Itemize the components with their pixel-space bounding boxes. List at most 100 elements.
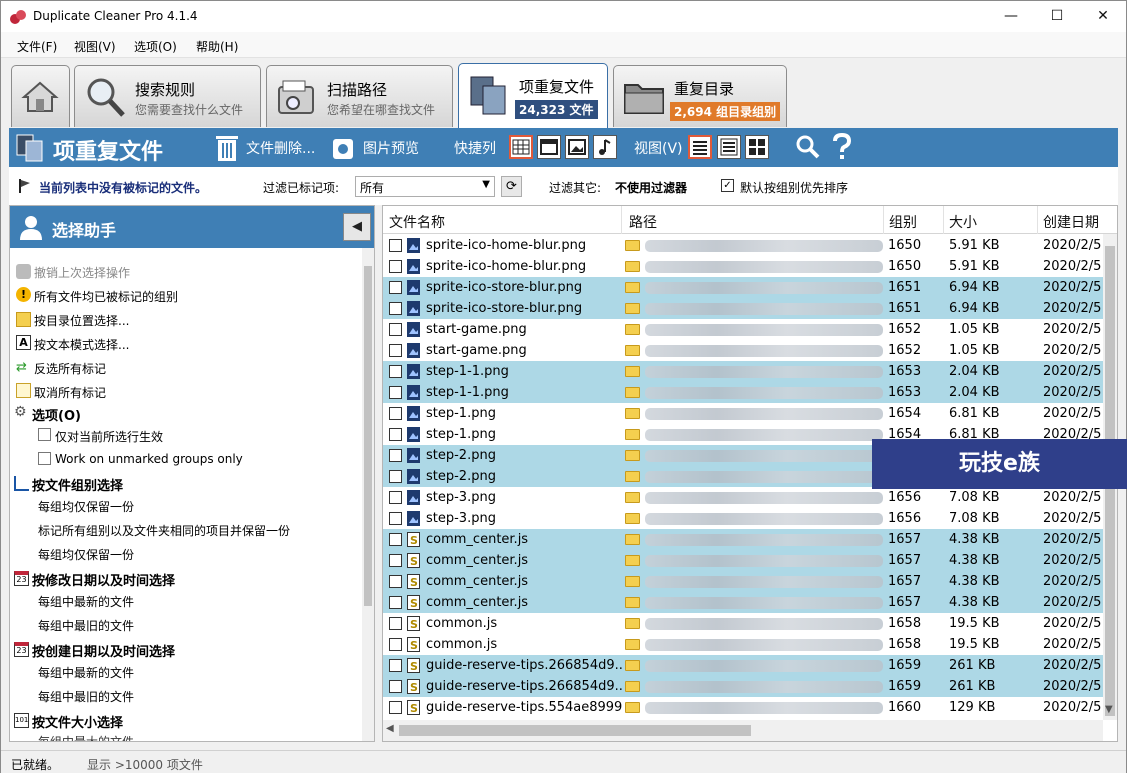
table-row[interactable]: Scommon.js 1658 19.5 KB 2020/2/5 [383, 613, 1103, 634]
column-separator[interactable] [883, 206, 884, 234]
table-row[interactable]: step-3.png 1656 7.08 KB 2020/2/5 [383, 508, 1103, 529]
unmarked-groups-only-checkbox[interactable] [38, 452, 51, 465]
row-checkbox[interactable] [389, 533, 402, 546]
row-checkbox[interactable] [389, 470, 402, 483]
image-preview-button[interactable]: 图片预览 [331, 133, 441, 163]
row-checkbox[interactable] [389, 239, 402, 252]
column-separator[interactable] [1037, 206, 1038, 234]
row-checkbox[interactable] [389, 680, 402, 693]
menu-file[interactable]: 文件(F) [17, 38, 57, 55]
select-by-text-link[interactable]: 按文本模式选择... [34, 336, 129, 353]
keep-one-per-group-link[interactable]: 每组均仅保留一份 [38, 498, 134, 515]
columns-image-button[interactable] [565, 135, 589, 159]
columns-music-button[interactable] [593, 135, 617, 159]
column-separator[interactable] [943, 206, 944, 234]
search-icon[interactable] [795, 134, 821, 160]
help-icon[interactable] [831, 133, 853, 161]
scroll-down-icon[interactable]: ▼ [1105, 704, 1113, 715]
minimize-button[interactable]: — [988, 1, 1034, 32]
row-checkbox[interactable] [389, 407, 402, 420]
view-list-button[interactable] [717, 135, 741, 159]
column-header-filename[interactable]: 文件名称 [389, 212, 445, 232]
table-row[interactable]: Scommon.js 1658 19.5 KB 2020/2/5 [383, 634, 1103, 655]
row-checkbox[interactable] [389, 575, 402, 588]
table-row[interactable]: Scomm_center.js 1657 4.38 KB 2020/2/5 [383, 592, 1103, 613]
close-button[interactable]: ✕ [1080, 1, 1126, 32]
tab-search-rules[interactable]: 搜索规则 您需要查找什么文件 [74, 65, 261, 127]
table-row[interactable]: start-game.png 1652 1.05 KB 2020/2/5 [383, 340, 1103, 361]
tab-duplicate-files[interactable]: 项重复文件 24,323 文件 [458, 63, 608, 129]
collapse-panel-button[interactable]: ◀ [343, 213, 371, 241]
only-current-row-checkbox[interactable] [38, 428, 51, 441]
table-row[interactable]: sprite-ico-store-blur.png 1651 6.94 KB 2020… [383, 298, 1103, 319]
table-row[interactable]: Scomm_center.js 1657 4.38 KB 2020/2/5 [383, 571, 1103, 592]
row-checkbox[interactable] [389, 617, 402, 630]
table-row[interactable]: sprite-ico-home-blur.png 1650 5.91 KB 2020/… [383, 235, 1103, 256]
sort-by-group-checkbox[interactable]: ✓ [721, 179, 734, 192]
row-checkbox[interactable] [389, 344, 402, 357]
table-row[interactable]: Sguide-reserve-tips.554ae8999... 1660 129 … [383, 697, 1103, 718]
tab-home[interactable] [11, 65, 70, 127]
size-largest-link[interactable]: 每组中最大的文件 [38, 733, 134, 741]
row-checkbox[interactable] [389, 260, 402, 273]
column-header-group[interactable]: 组别 [889, 212, 917, 232]
column-header-path[interactable]: 路径 [629, 212, 657, 232]
assistant-scroll-thumb[interactable] [364, 266, 372, 606]
undo-selection-link[interactable]: 撤销上次选择操作 [34, 264, 130, 281]
column-separator[interactable] [621, 206, 622, 234]
row-checkbox[interactable] [389, 512, 402, 525]
row-checkbox[interactable] [389, 491, 402, 504]
view-thumbnails-button[interactable] [745, 135, 769, 159]
column-header-size[interactable]: 大小 [949, 212, 977, 232]
table-row[interactable]: Sguide-reserve-tips.266854d9... 1659 261 K… [383, 676, 1103, 697]
menu-view[interactable]: 视图(V) [74, 38, 116, 55]
row-checkbox[interactable] [389, 638, 402, 651]
row-checkbox[interactable] [389, 428, 402, 441]
row-checkbox[interactable] [389, 659, 402, 672]
row-checkbox[interactable] [389, 365, 402, 378]
table-row[interactable]: sprite-ico-home-blur.png 1650 5.91 KB 2020/… [383, 256, 1103, 277]
mark-same-folder-link[interactable]: 标记所有组别以及文件夹相同的项目并保留一份 [38, 522, 290, 539]
view-menu-label[interactable]: 视图(V) [634, 138, 683, 158]
refresh-button[interactable]: ⟳ [501, 176, 522, 197]
modified-newest-link[interactable]: 每组中最新的文件 [38, 593, 134, 610]
row-checkbox[interactable] [389, 281, 402, 294]
table-row[interactable]: Scomm_center.js 1657 4.38 KB 2020/2/5 [383, 529, 1103, 550]
select-by-folder-link[interactable]: 按目录位置选择... [34, 312, 129, 329]
clear-marks-link[interactable]: 取消所有标记 [34, 384, 106, 401]
row-checkbox[interactable] [389, 323, 402, 336]
tab-duplicate-folders[interactable]: 重复目录 2,694 组目录组别 [613, 65, 787, 127]
menu-options[interactable]: 选项(O) [134, 38, 177, 55]
columns-window-button[interactable] [537, 135, 561, 159]
table-row[interactable]: step-1-1.png 1653 2.04 KB 2020/2/5 [383, 382, 1103, 403]
row-checkbox[interactable] [389, 449, 402, 462]
table-row[interactable]: Scomm_center.js 1657 4.38 KB 2020/2/5 [383, 550, 1103, 571]
modified-oldest-link[interactable]: 每组中最旧的文件 [38, 617, 134, 634]
maximize-button[interactable]: ☐ [1034, 1, 1080, 32]
filter-marked-select[interactable]: 所有 ▼ [355, 176, 495, 197]
filter-other-value[interactable]: 不使用过滤器 [615, 179, 687, 196]
table-row[interactable]: sprite-ico-store-blur.png 1651 6.94 KB 2020… [383, 277, 1103, 298]
tab-scan-paths[interactable]: 扫描路径 您希望在哪查找文件 [266, 65, 453, 127]
all-marked-groups-link[interactable]: 所有文件均已被标记的组别 [34, 288, 178, 305]
row-checkbox[interactable] [389, 701, 402, 714]
columns-grid-button[interactable] [509, 135, 533, 159]
menu-help[interactable]: 帮助(H) [196, 38, 238, 55]
scroll-left-icon[interactable]: ◀ [386, 723, 394, 734]
invert-marks-link[interactable]: 反选所有标记 [34, 360, 106, 377]
table-row[interactable]: start-game.png 1652 1.05 KB 2020/2/5 [383, 319, 1103, 340]
row-checkbox[interactable] [389, 554, 402, 567]
column-header-created-date[interactable]: 创建日期 [1043, 212, 1099, 232]
table-horizontal-scroll-thumb[interactable] [399, 725, 751, 736]
keep-one-per-group-link-2[interactable]: 每组均仅保留一份 [38, 546, 134, 563]
table-row[interactable]: step-1.png 1654 6.81 KB 2020/2/5 [383, 403, 1103, 424]
row-checkbox[interactable] [389, 386, 402, 399]
table-row[interactable]: step-3.png 1656 7.08 KB 2020/2/5 [383, 487, 1103, 508]
row-checkbox[interactable] [389, 596, 402, 609]
table-row[interactable]: step-1-1.png 1653 2.04 KB 2020/2/5 [383, 361, 1103, 382]
view-details-button[interactable] [688, 135, 712, 159]
table-row[interactable]: Sguide-reserve-tips.266854d9... 1659 261 K… [383, 655, 1103, 676]
created-oldest-link[interactable]: 每组中最旧的文件 [38, 688, 134, 705]
row-checkbox[interactable] [389, 302, 402, 315]
created-newest-link[interactable]: 每组中最新的文件 [38, 664, 134, 681]
